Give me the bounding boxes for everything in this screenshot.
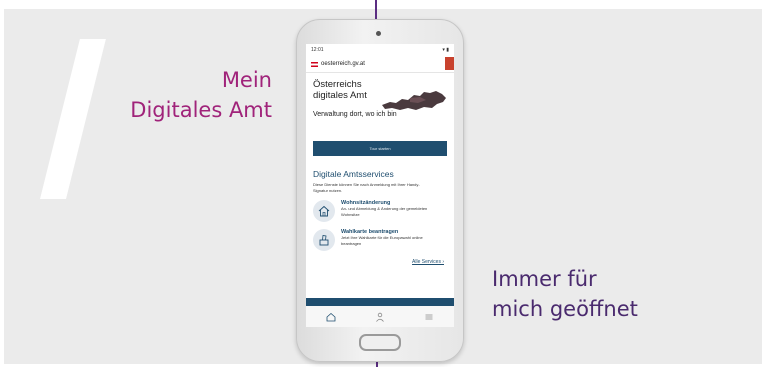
tagline-right-line1: Immer für: [492, 267, 597, 291]
ballot-box-icon: [313, 229, 335, 251]
austria-flag-icon: [311, 61, 318, 67]
browser-menu-button[interactable]: [445, 57, 454, 70]
phone-home-button[interactable]: [359, 334, 401, 351]
status-bar: 12:01 ▾ ▮: [306, 44, 454, 56]
hero-section: Österreichs digitales Amt Verwaltung dor…: [306, 73, 454, 139]
person-icon[interactable]: [374, 311, 386, 323]
phone-screen: 12:01 ▾ ▮ oesterreich.gv.at Österreichs …: [306, 44, 454, 327]
service-description: Jetzt Ihre Wahlkarte für die Europawahl …: [341, 235, 423, 246]
camera-icon: [376, 31, 381, 36]
signal-battery-icon: ▾ ▮: [442, 47, 449, 53]
house-icon: [313, 200, 335, 222]
service-item-wahlkarte[interactable]: Wahlkarte beantragen Jetzt Ihre Wahlkart…: [313, 229, 447, 251]
service-item-wohnsitz[interactable]: Wohnsitzänderung An- und Abmeldung & Änd…: [313, 200, 447, 222]
tagline-right: Immer für mich geöffnet: [492, 264, 638, 324]
menu-icon[interactable]: [423, 311, 435, 323]
tour-start-button[interactable]: Tour starten: [313, 141, 447, 156]
home-icon[interactable]: [325, 311, 337, 323]
tagline-left-line1: Mein: [221, 68, 272, 92]
tagline-left-line2: Digitales Amt: [130, 98, 272, 122]
decorative-slash: [40, 39, 106, 199]
services-section-description: Diese Dienste können Sie nach Anmeldung …: [313, 182, 420, 193]
austria-map-icon: [382, 91, 446, 110]
status-time: 12:01: [311, 47, 324, 53]
footer-strip: [306, 298, 454, 306]
bottom-navigation: [306, 306, 454, 327]
tagline-left: Mein Digitales Amt: [130, 65, 272, 125]
service-description: An- und Abmeldung & Änderung der gemelde…: [341, 206, 428, 217]
phone-mockup: 12:01 ▾ ▮ oesterreich.gv.at Österreichs …: [296, 19, 464, 362]
tagline-right-line2: mich geöffnet: [492, 297, 638, 321]
all-services-link[interactable]: Alle Services ›: [306, 259, 444, 265]
services-section-title: Digitale Amtsservices: [313, 169, 394, 179]
url-bar[interactable]: oesterreich.gv.at: [306, 56, 454, 73]
url-text: oesterreich.gv.at: [321, 61, 365, 67]
